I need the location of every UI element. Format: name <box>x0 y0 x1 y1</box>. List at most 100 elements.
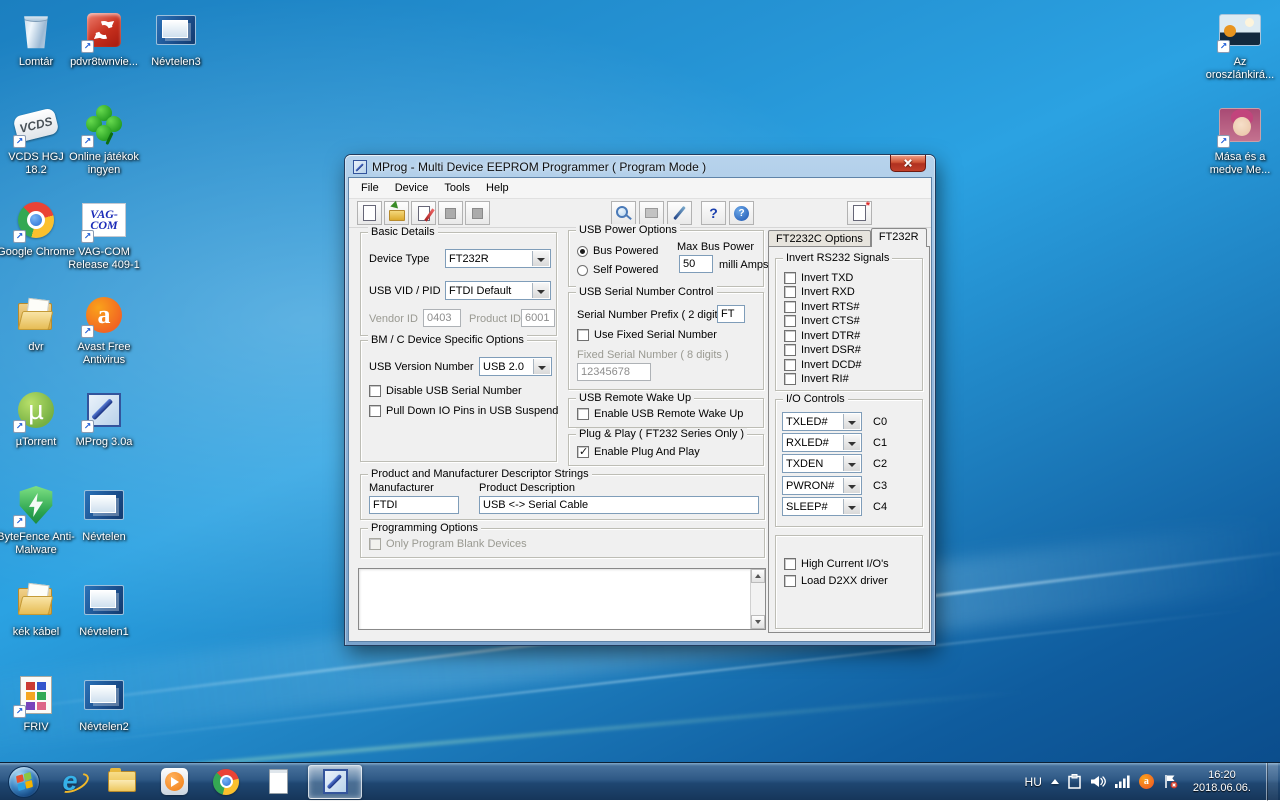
radio-self-powered[interactable]: Self Powered <box>577 264 658 276</box>
desktop-icon-online-j-t-kok-ingyen[interactable]: Online játékok ingyen <box>70 99 138 194</box>
desktop-icon-bytefence-anti-malware[interactable]: ByteFence Anti-Malware <box>2 479 70 574</box>
manufacturer-field[interactable]: FTDI <box>369 496 459 514</box>
scroll-down-button[interactable] <box>751 615 765 629</box>
save-button-disabled[interactable] <box>438 201 463 225</box>
new-file-button[interactable] <box>357 201 382 225</box>
vcds-icon: VCDS <box>12 101 60 149</box>
tab-ft232r[interactable]: FT232R <box>871 228 927 247</box>
checkbox-invert-dcd[interactable]: Invert DCD# <box>784 359 862 371</box>
desktop-icon-vcds-hgj-18-2[interactable]: VCDSVCDS HGJ 18.2 <box>2 99 70 194</box>
checkbox-box <box>784 344 796 356</box>
action-center-flag-icon[interactable] <box>1163 774 1178 789</box>
folder-icon <box>12 291 60 339</box>
save-as-button-disabled[interactable] <box>465 201 490 225</box>
desktop-icon-vag-com-release-409-1[interactable]: VAG-COMVAG-COM Release 409-1 <box>70 194 138 289</box>
checkbox-invert-ri[interactable]: Invert RI# <box>784 373 849 385</box>
menu-help[interactable]: Help <box>478 179 517 197</box>
checkbox-invert-cts[interactable]: Invert CTS# <box>784 315 860 327</box>
desktop-icon-n-vtelen[interactable]: Névtelen <box>70 479 138 574</box>
desktop-icon-m-sa-s-a-medve-me[interactable]: Mása és a medve Me... <box>1206 99 1274 194</box>
taskbar-item-chrome[interactable] <box>204 765 248 799</box>
edit-file-button[interactable] <box>411 201 436 225</box>
desktop-icon-k-k-k-bel[interactable]: kék kábel <box>2 574 70 669</box>
desktop-icon-label: Mása és a medve Me... <box>1200 151 1280 177</box>
taskbar-item-internet-explorer[interactable]: e <box>48 765 92 799</box>
device-type-select[interactable]: FT232R <box>445 249 551 268</box>
desktop-icon-avast-free-antivirus[interactable]: aAvast Free Antivirus <box>70 289 138 384</box>
checkbox-invert-dsr[interactable]: Invert DSR# <box>784 344 861 356</box>
scan-devices-button[interactable] <box>611 201 636 225</box>
io-c3-select[interactable]: PWRON# <box>782 476 862 495</box>
desktop-icon-lomt-r[interactable]: Lomtár <box>2 4 70 99</box>
checkbox-enable-remote-wakeup[interactable]: Enable USB Remote Wake Up <box>577 408 743 420</box>
product-id-field[interactable]: 6001 <box>521 309 555 327</box>
checkbox-only-program-blank[interactable]: Only Program Blank Devices <box>369 538 527 550</box>
desktop-icon-friv[interactable]: FRIV <box>2 669 70 764</box>
clipboard-tray-icon[interactable] <box>1068 774 1081 789</box>
menu-device[interactable]: Device <box>387 179 437 197</box>
menu-file[interactable]: File <box>353 179 387 197</box>
checkbox-high-current-io[interactable]: High Current I/O's <box>784 558 889 570</box>
network-signal-icon[interactable] <box>1115 775 1130 788</box>
edit-pencil-icon <box>418 206 430 221</box>
checkbox-invert-txd[interactable]: Invert TXD <box>784 272 853 284</box>
show-desktop-button[interactable] <box>1266 763 1278 801</box>
taskbar-item-media-player[interactable] <box>152 765 196 799</box>
radio-bus-powered[interactable]: Bus Powered <box>577 245 658 257</box>
checkbox-invert-rts[interactable]: Invert RTS# <box>784 301 860 313</box>
io-c0-select[interactable]: TXLED# <box>782 412 862 431</box>
product-description-field[interactable]: USB <-> Serial Cable <box>479 496 759 514</box>
menu-tools[interactable]: Tools <box>436 179 478 197</box>
taskbar-item-notepad[interactable] <box>256 765 300 799</box>
max-bus-power-field[interactable]: 50 <box>679 255 713 273</box>
vendor-id-field[interactable]: 0403 <box>423 309 461 327</box>
start-button[interactable] <box>4 763 44 801</box>
new-device-button[interactable]: * <box>847 201 872 225</box>
io-c4-select[interactable]: SLEEP# <box>782 497 862 516</box>
checkbox-load-d2xx[interactable]: Load D2XX driver <box>784 575 888 587</box>
tab-ft2232c-options[interactable]: FT2232C Options <box>768 230 871 247</box>
fixed-serial-field[interactable]: 12345678 <box>577 363 651 381</box>
desktop-icon-n-vtelen3[interactable]: Névtelen3 <box>142 4 210 99</box>
serial-prefix-field[interactable]: FT <box>717 305 745 323</box>
checkbox-invert-dtr[interactable]: Invert DTR# <box>784 330 860 342</box>
vid-pid-select[interactable]: FTDI Default <box>445 281 551 300</box>
avast-tray-icon[interactable]: a <box>1139 774 1154 789</box>
open-file-button[interactable] <box>384 201 409 225</box>
group-legend: BM / C Device Specific Options <box>368 334 527 346</box>
desktop-icon-pdvr8twnvie[interactable]: pdvr8twnvie... <box>70 4 138 99</box>
log-scrollbar[interactable] <box>750 569 765 629</box>
volume-icon[interactable] <box>1090 775 1106 788</box>
io-c1-select[interactable]: RXLED# <box>782 433 862 452</box>
io-c2-select[interactable]: TXDEN <box>782 454 862 473</box>
desktop-icon-mprog-3-0a[interactable]: MProg 3.0a <box>70 384 138 479</box>
desktop[interactable]: LomtárVCDSVCDS HGJ 18.2Google Chromedvrµ… <box>0 0 1280 762</box>
shortcut-arrow-icon <box>13 515 26 528</box>
taskbar-item-windows-explorer[interactable] <box>100 765 144 799</box>
desktop-icon-torrent[interactable]: µµTorrent <box>2 384 70 479</box>
taskbar-item-mprog-active[interactable] <box>308 765 362 799</box>
log-output[interactable] <box>358 568 766 630</box>
checkbox-use-fixed-serial[interactable]: Use Fixed Serial Number <box>577 329 717 341</box>
desktop-icon-dvr[interactable]: dvr <box>2 289 70 384</box>
clock[interactable]: 16:20 2018.06.06. <box>1187 769 1257 795</box>
help-button[interactable]: ? <box>701 201 726 225</box>
desktop-icon-n-vtelen1[interactable]: Névtelen1 <box>70 574 138 669</box>
desktop-icon-n-vtelen2[interactable]: Névtelen2 <box>70 669 138 764</box>
about-button[interactable]: ? <box>729 201 754 225</box>
avast-icon: a <box>80 291 128 339</box>
checkbox-disable-usb-serial[interactable]: Disable USB Serial Number <box>369 385 522 397</box>
checkbox-invert-rxd[interactable]: Invert RXD <box>784 286 855 298</box>
usb-version-select[interactable]: USB 2.0 <box>479 357 552 376</box>
desktop-icon-google-chrome[interactable]: Google Chrome <box>2 194 70 289</box>
scroll-up-button[interactable] <box>751 569 765 583</box>
show-hidden-icons-button[interactable] <box>1051 775 1059 784</box>
program-device-button[interactable] <box>667 201 692 225</box>
desktop-icon-az-oroszl-nkir[interactable]: Az oroszlánkirá... <box>1206 4 1274 99</box>
language-indicator[interactable]: HU <box>1025 775 1042 789</box>
erase-button-disabled[interactable] <box>639 201 664 225</box>
close-button[interactable] <box>890 155 926 172</box>
window-titlebar[interactable]: MProg - Multi Device EEPROM Programmer (… <box>345 155 935 178</box>
checkbox-enable-plug-and-play[interactable]: Enable Plug And Play <box>577 446 700 458</box>
checkbox-pull-down-io[interactable]: Pull Down IO Pins in USB Suspend <box>369 405 558 417</box>
